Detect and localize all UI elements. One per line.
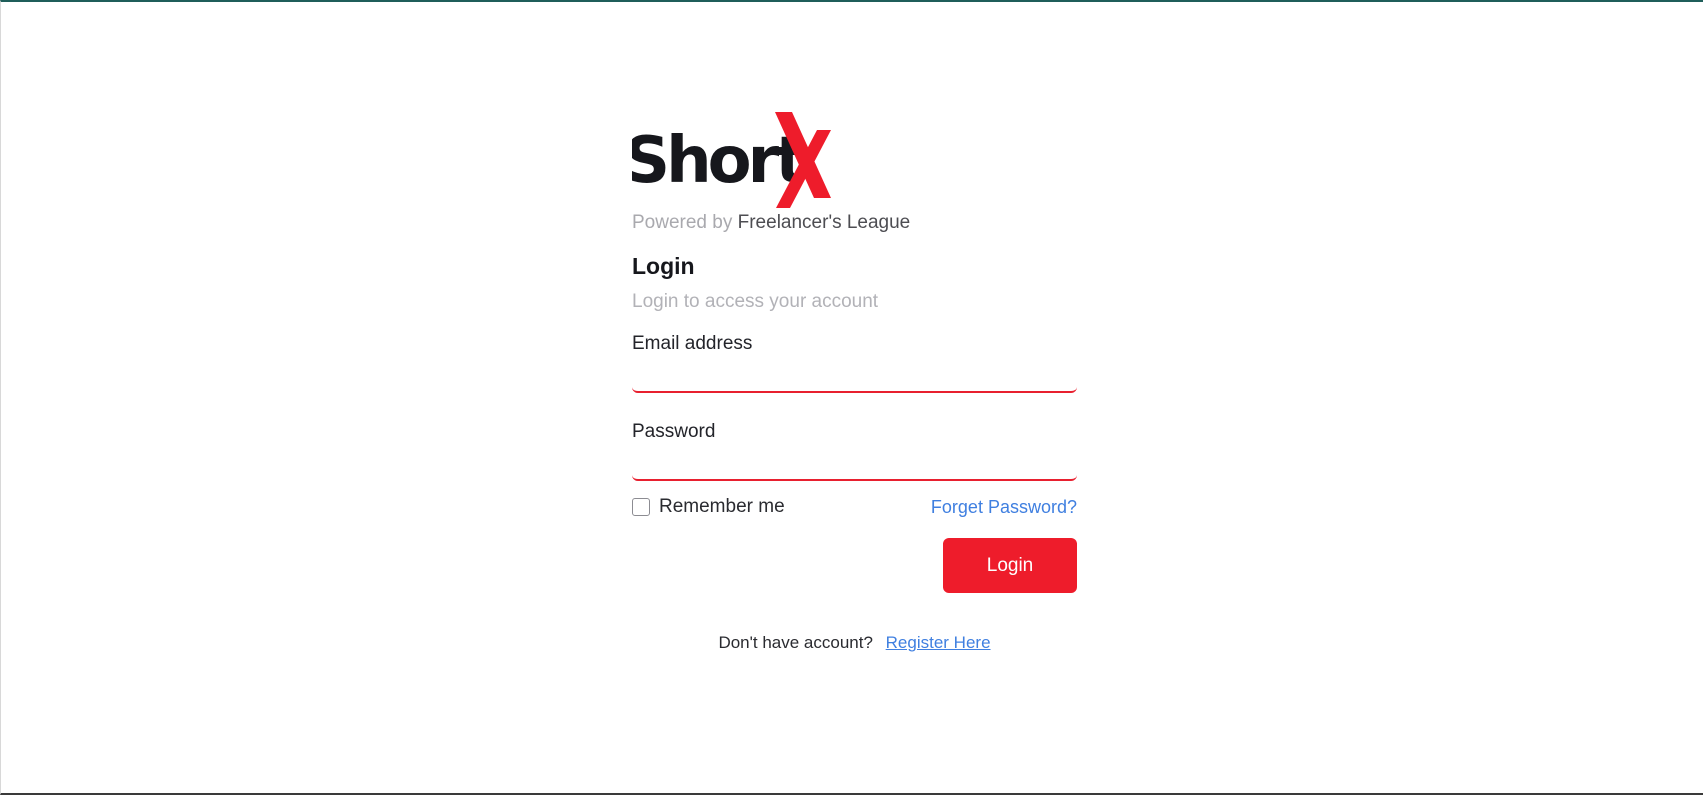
- email-label: Email address: [632, 333, 753, 354]
- login-card: Short Powered by Freelancer's League Log…: [632, 108, 1077, 653]
- shortx-logo: Short: [632, 108, 842, 210]
- submit-row: Login: [632, 538, 1077, 593]
- remember-me-checkbox[interactable]: [632, 498, 650, 516]
- page-subtitle: Login to access your account: [632, 291, 879, 312]
- forgot-password-link[interactable]: Forget Password?: [931, 497, 1077, 518]
- password-label: Password: [632, 421, 716, 442]
- powered-by-brand: Freelancer's League: [737, 212, 911, 233]
- remember-me-label: Remember me: [659, 496, 785, 517]
- password-field[interactable]: [632, 443, 1077, 481]
- login-button[interactable]: Login: [943, 538, 1077, 593]
- email-field[interactable]: [632, 355, 1077, 393]
- page-frame: Short Powered by Freelancer's League Log…: [0, 0, 1703, 795]
- powered-by-text: Powered by Freelancer's League: [632, 212, 1077, 234]
- form-options-row: Remember me Forget Password?: [632, 495, 1077, 519]
- register-link[interactable]: Register Here: [886, 633, 991, 652]
- powered-by-prefix: Powered by: [632, 212, 733, 233]
- remember-me-toggle[interactable]: Remember me: [632, 496, 785, 518]
- shortx-logo-mark: Short: [632, 112, 831, 208]
- register-row: Don't have account? Register Here: [632, 633, 1077, 653]
- svg-text:Short: Short: [632, 124, 805, 198]
- register-prompt: Don't have account?: [718, 633, 873, 652]
- page-title: Login: [632, 253, 695, 279]
